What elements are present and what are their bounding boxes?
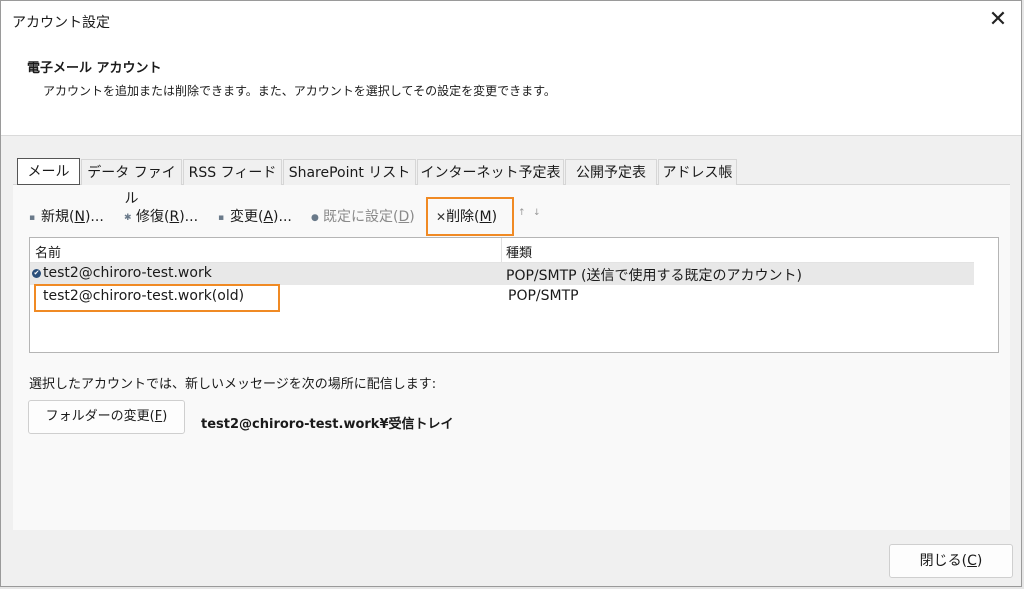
close-icon[interactable]: ✕ bbox=[987, 9, 1009, 31]
set-default-accesskey: D bbox=[398, 209, 410, 225]
default-account-check-icon: ✔ bbox=[32, 269, 41, 278]
header-title: 電子メール アカウント bbox=[27, 61, 162, 76]
change-folder-label: フォルダーの変更( bbox=[45, 409, 155, 424]
tab-rss-feeds[interactable]: RSS フィード bbox=[183, 159, 282, 185]
set-default-suffix: ) bbox=[409, 209, 415, 225]
change-folder-button[interactable]: フォルダーの変更(F) bbox=[28, 400, 185, 434]
close-suffix: ) bbox=[976, 553, 983, 569]
account-name: test2@chiroro-test.work bbox=[43, 265, 212, 281]
column-header-name[interactable]: 名前 bbox=[35, 242, 61, 261]
change-icon: ▪ bbox=[218, 213, 225, 223]
new-account-button[interactable]: ▪ 新規(N)... bbox=[29, 207, 104, 227]
table-row[interactable]: ✔ test2@chiroro-test.work POP/SMTP (送信で使… bbox=[30, 263, 974, 285]
account-type: POP/SMTP (送信で使用する既定のアカウント) bbox=[506, 268, 802, 284]
tab-published-calendars[interactable]: 公開予定表 bbox=[565, 159, 657, 185]
change-accesskey: A bbox=[263, 209, 274, 225]
tab-address-books[interactable]: アドレス帳 bbox=[658, 159, 737, 185]
new-accesskey: N bbox=[74, 209, 85, 225]
set-default-button[interactable]: ● 既定に設定(D) bbox=[311, 207, 415, 227]
new-label: 新規( bbox=[41, 209, 75, 225]
account-type: POP/SMTP bbox=[508, 288, 579, 304]
header-description: アカウントを追加または削除できます。また、アカウントを選択してその設定を変更でき… bbox=[43, 84, 556, 98]
new-suffix: )... bbox=[84, 209, 104, 225]
tab-mail[interactable]: メール bbox=[17, 158, 80, 185]
change-button[interactable]: ▪ 変更(A)... bbox=[218, 207, 292, 227]
tab-sharepoint-lists[interactable]: SharePoint リスト bbox=[283, 159, 416, 185]
change-suffix: )... bbox=[273, 209, 292, 225]
move-up-icon[interactable]: ↑ bbox=[518, 208, 526, 218]
change-label: 変更( bbox=[230, 209, 264, 225]
set-default-label: 既定に設定( bbox=[323, 209, 399, 225]
column-header-type[interactable]: 種類 bbox=[506, 242, 532, 261]
window-title: アカウント設定 bbox=[12, 15, 110, 31]
repair-suffix: )... bbox=[179, 209, 199, 225]
close-label: 閉じる( bbox=[919, 553, 968, 569]
column-separator bbox=[501, 238, 502, 262]
move-down-icon[interactable]: ↓ bbox=[533, 208, 541, 218]
repair-icon: ✱ bbox=[124, 213, 132, 223]
repair-accesskey: R bbox=[169, 209, 180, 225]
change-folder-suffix: ) bbox=[162, 409, 168, 424]
account-settings-dialog: アカウント設定 ✕ 電子メール アカウント アカウントを追加または削除できます。… bbox=[0, 0, 1022, 587]
repair-button[interactable]: ✱ 修復(R)... bbox=[124, 207, 198, 227]
delivery-label: 選択したアカウントでは、新しいメッセージを次の場所に配信します: bbox=[29, 377, 437, 392]
tab-data-files[interactable]: データ ファイル bbox=[81, 159, 182, 207]
old-account-highlight-box bbox=[34, 284, 280, 312]
close-button[interactable]: 閉じる(C) bbox=[889, 544, 1013, 578]
default-icon: ● bbox=[311, 213, 319, 223]
tab-internet-calendars[interactable]: インターネット予定表 bbox=[417, 159, 564, 185]
new-account-icon: ▪ bbox=[29, 213, 36, 223]
title-bar: アカウント設定 ✕ bbox=[1, 1, 1021, 41]
delivery-folder-path: test2@chiroro-test.work¥受信トレイ bbox=[201, 417, 454, 432]
repair-label: 修復( bbox=[136, 209, 170, 225]
dialog-header: 電子メール アカウント アカウントを追加または削除できます。また、アカウントを選… bbox=[1, 41, 1021, 136]
list-header: 名前 種類 bbox=[30, 238, 974, 263]
close-accesskey: C bbox=[967, 553, 977, 569]
delete-highlight-box bbox=[426, 197, 514, 236]
